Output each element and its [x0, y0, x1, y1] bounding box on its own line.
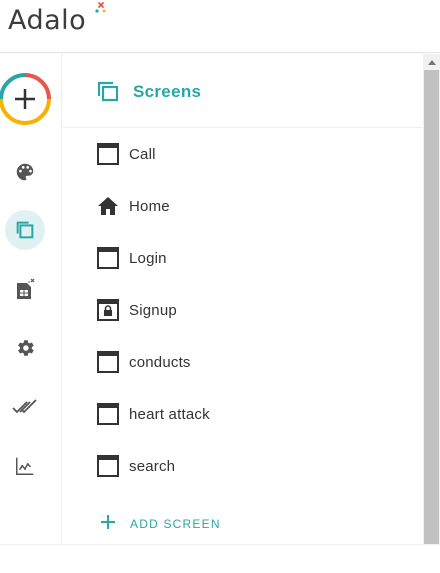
- lock-window-icon: [97, 299, 119, 321]
- rail-screens-button[interactable]: [5, 210, 45, 250]
- plus-icon: [101, 515, 115, 529]
- screen-label: search: [129, 458, 176, 475]
- screen-item-home[interactable]: Home: [63, 181, 423, 233]
- palette-icon: [16, 163, 34, 181]
- panel-header: Screens: [63, 54, 423, 128]
- screens-icon: [16, 221, 34, 239]
- gear-icon: [18, 340, 34, 356]
- brand-logo[interactable]: Adalo: [8, 4, 86, 38]
- analytics-icon: [16, 457, 34, 475]
- window-icon: [97, 403, 119, 425]
- screen-label: Login: [129, 250, 167, 267]
- add-screen-button[interactable]: ADD SCREEN: [63, 510, 423, 540]
- add-ring-icon: [0, 73, 51, 125]
- screen-label: Call: [129, 146, 156, 163]
- top-bar: Adalo: [0, 0, 440, 53]
- screens-panel: Screens Call Home Login Signup conducts …: [63, 54, 423, 544]
- rail-branding-button[interactable]: [5, 152, 45, 192]
- rail-settings-button[interactable]: [5, 328, 45, 368]
- divider: [0, 544, 440, 545]
- screen-item-conducts[interactable]: conducts: [63, 337, 423, 389]
- home-icon: [98, 197, 118, 215]
- app-window: Adalo Screens Call Home Login Signup con…: [0, 0, 440, 573]
- panel-title: Screens: [133, 82, 202, 101]
- screen-label: conducts: [129, 354, 191, 371]
- add-screen-label: ADD SCREEN: [130, 517, 221, 531]
- screen-label: heart attack: [129, 406, 210, 423]
- window-icon: [97, 455, 119, 477]
- screen-item-call[interactable]: Call: [63, 129, 423, 181]
- left-nav-rail: [0, 54, 62, 544]
- window-icon: [97, 247, 119, 269]
- screen-item-signup[interactable]: Signup: [63, 285, 423, 337]
- screen-label: Signup: [129, 302, 177, 319]
- rail-analytics-button[interactable]: [5, 446, 45, 486]
- scroll-up-arrow-icon[interactable]: [423, 54, 440, 69]
- window-icon: [97, 351, 119, 373]
- database-icon: [17, 278, 35, 299]
- screen-item-login[interactable]: Login: [63, 233, 423, 285]
- screens-icon: [97, 81, 119, 102]
- scroll-thumb[interactable]: [424, 70, 439, 544]
- screen-item-heart-attack[interactable]: heart attack: [63, 389, 423, 441]
- screen-label: Home: [129, 198, 170, 215]
- double-check-icon: [12, 399, 37, 414]
- add-component-button[interactable]: [0, 72, 52, 126]
- rail-database-button[interactable]: [5, 270, 45, 310]
- window-icon: [97, 143, 119, 165]
- brand-name: Adalo: [8, 5, 87, 36]
- logo-sparkle-icon: [95, 2, 106, 13]
- rail-publish-button[interactable]: [5, 387, 45, 427]
- screen-item-search[interactable]: search: [63, 441, 423, 493]
- panel-scrollbar[interactable]: [423, 54, 440, 544]
